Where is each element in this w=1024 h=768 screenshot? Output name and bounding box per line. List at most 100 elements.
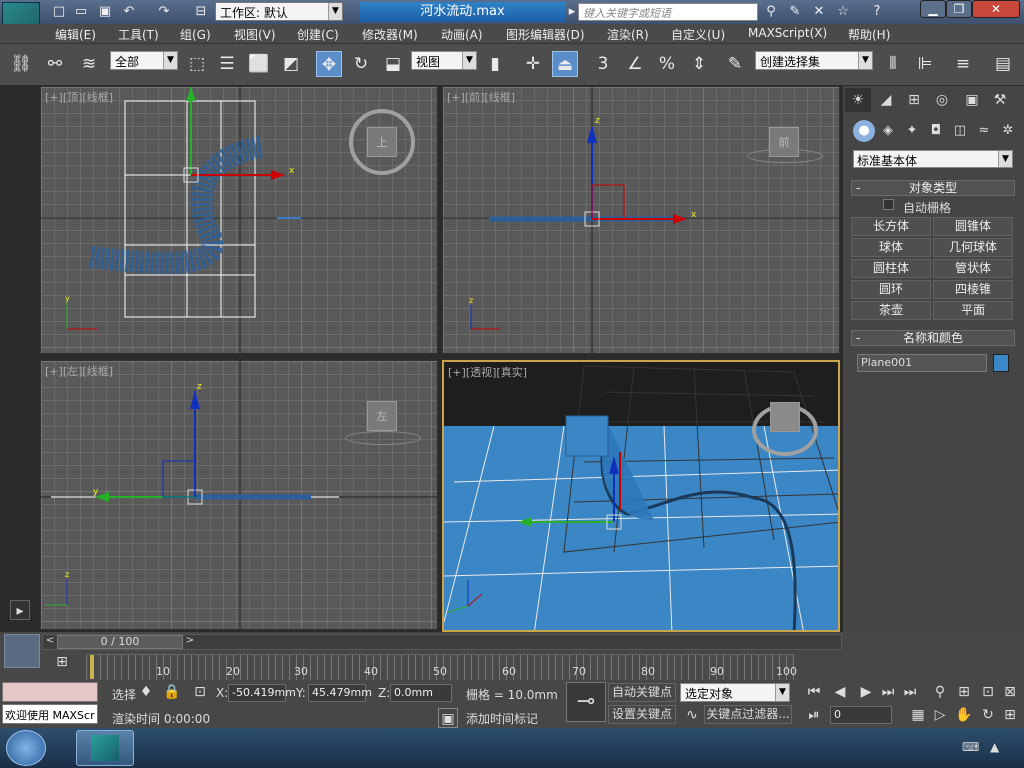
viewport-label[interactable]: [+][透视][真实] <box>448 364 527 380</box>
subscription-icon[interactable]: ✎ <box>786 3 804 21</box>
select-and-move-icon[interactable]: ✥ <box>316 51 342 77</box>
menu-views[interactable]: 视图(V) <box>234 26 276 43</box>
cameras-icon[interactable]: ◘ <box>925 120 947 142</box>
helpers-icon[interactable]: ◫ <box>949 120 971 142</box>
viewport-label[interactable]: [+][顶][线框] <box>45 89 113 105</box>
tray-arrow-icon[interactable]: ▲ <box>990 740 1008 756</box>
key-mode-toggle-icon[interactable]: ⏯ <box>804 705 824 725</box>
communication-icon[interactable]: ✕ <box>810 3 828 21</box>
selection-lock-icon[interactable]: 🔒 <box>162 682 182 702</box>
maximize-button[interactable]: ❐ <box>946 0 972 18</box>
autogrid-checkbox[interactable] <box>883 199 894 210</box>
play-icon[interactable]: ▶ <box>856 682 876 702</box>
previous-frame-icon[interactable]: ◀ <box>830 682 850 702</box>
time-configuration-icon[interactable]: ▦ <box>908 705 928 725</box>
start-button[interactable] <box>6 730 46 766</box>
prev-frame-icon[interactable]: < <box>43 635 57 649</box>
next-frame-icon[interactable]: > <box>183 635 197 649</box>
viewport-front[interactable]: [+][前][线框] z x z 前 <box>442 86 840 354</box>
maxscript-mini-listener[interactable]: 欢迎使用 MAXScr <box>2 704 98 724</box>
key-tangent-icon[interactable]: ∿ <box>682 705 702 725</box>
set-key-button[interactable]: 设置关键点 <box>608 705 676 724</box>
orbit-icon[interactable]: ↻ <box>978 705 998 725</box>
spinner-snap-icon[interactable]: ⇕ <box>686 51 712 77</box>
window-crossing-icon[interactable]: ◩ <box>278 51 304 77</box>
keyboard-icon[interactable]: ⌨ <box>962 740 980 756</box>
angle-snap-icon[interactable]: ∠ <box>622 51 648 77</box>
absolute-mode-icon[interactable]: ⊡ <box>190 682 210 702</box>
align-icon[interactable]: ⊫ <box>912 51 938 77</box>
open-file-icon[interactable]: ▭ <box>72 3 90 21</box>
play-arrow-icon[interactable]: ▸ <box>10 600 30 620</box>
menu-group[interactable]: 组(G) <box>180 26 211 43</box>
key-filters-button[interactable]: 关键点过滤器... <box>704 705 792 724</box>
space-warps-icon[interactable]: ≈ <box>973 120 995 142</box>
help-icon[interactable]: ? <box>868 3 886 21</box>
select-by-name-icon[interactable]: ☰ <box>214 51 240 77</box>
viewcube[interactable] <box>770 402 800 432</box>
project-folder-icon[interactable]: ⊟ <box>192 3 210 21</box>
zoom-icon[interactable]: ⚲ <box>930 682 950 702</box>
selection-filter-dropdown[interactable]: 全部 ▼ <box>110 51 178 70</box>
save-icon[interactable]: ▣ <box>96 3 114 21</box>
sphere-button[interactable]: 球体 <box>851 238 931 257</box>
geometry-icon[interactable]: ● <box>853 120 875 142</box>
go-to-start-icon[interactable]: ⏮ <box>804 682 824 702</box>
viewcube[interactable]: 前 <box>769 127 799 157</box>
object-color-swatch[interactable] <box>993 354 1009 372</box>
percent-snap-icon[interactable]: % <box>654 51 680 77</box>
add-time-tag-button[interactable]: 添加时间标记 <box>466 710 538 727</box>
taskbar-3dsmax-button[interactable] <box>76 730 134 766</box>
select-and-link-icon[interactable]: ⛓ <box>8 51 34 77</box>
menu-maxscript[interactable]: MAXScript(X) <box>748 26 827 40</box>
torus-button[interactable]: 圆环 <box>851 280 931 299</box>
select-object-icon[interactable]: ⬚ <box>184 51 210 77</box>
object-category-dropdown[interactable]: 标准基本体 ▼ <box>853 150 1013 168</box>
menu-help[interactable]: 帮助(H) <box>848 26 890 43</box>
viewport-label[interactable]: [+][左][线框] <box>45 363 113 379</box>
field-of-view-icon[interactable]: ▷ <box>930 705 950 725</box>
reference-coordinate-dropdown[interactable]: 视图 ▼ <box>411 51 477 70</box>
viewport-layout-icon[interactable] <box>4 634 40 668</box>
minimize-button[interactable]: ▁ <box>920 0 946 18</box>
pan-hand-icon[interactable]: ✋ <box>954 705 974 725</box>
time-tag-icon[interactable]: ▣ <box>438 708 458 728</box>
undo-icon[interactable]: ↶ <box>120 3 138 21</box>
keyboard-shortcut-override-icon[interactable]: ⏏ <box>552 51 578 77</box>
time-slider-track[interactable]: < 0 / 100 > <box>42 634 842 650</box>
name-color-rollout-header[interactable]: - 名称和颜色 <box>851 330 1015 346</box>
hierarchy-tab-icon[interactable]: ⊞ <box>901 88 927 112</box>
new-file-icon[interactable]: □ <box>50 3 68 21</box>
pivot-center-icon[interactable]: ▮ <box>482 51 508 77</box>
box-button[interactable]: 长方体 <box>851 217 931 236</box>
geosphere-button[interactable]: 几何球体 <box>933 238 1013 257</box>
auto-key-button[interactable]: 自动关键点 <box>608 683 676 702</box>
favorites-star-icon[interactable]: ☆ <box>834 3 852 21</box>
menu-graph-editors[interactable]: 图形编辑器(D) <box>506 26 585 43</box>
create-tab-icon[interactable]: ☀ <box>845 88 871 112</box>
layer-manager-icon[interactable]: ≡ <box>950 51 976 77</box>
track-bar[interactable]: 10 20 30 40 50 60 70 80 90 100 <box>86 654 797 680</box>
lights-icon[interactable]: ✦ <box>901 120 923 142</box>
select-and-rotate-icon[interactable]: ↻ <box>348 51 374 77</box>
key-mode-dropdown[interactable]: 选定对象 ▼ <box>680 683 790 702</box>
object-type-rollout-header[interactable]: - 对象类型 <box>851 180 1015 196</box>
pyramid-button[interactable]: 四棱锥 <box>933 280 1013 299</box>
menu-tools[interactable]: 工具(T) <box>118 26 159 43</box>
menu-create[interactable]: 创建(C) <box>297 26 339 43</box>
teapot-button[interactable]: 茶壶 <box>851 301 931 320</box>
go-to-end-icon[interactable]: ⏭ <box>900 682 920 702</box>
display-tab-icon[interactable]: ▣ <box>959 88 985 112</box>
tube-button[interactable]: 管状体 <box>933 259 1013 278</box>
viewport-top[interactable]: [+][顶][线框] x y 上 <box>40 86 438 354</box>
search-input[interactable]: 键入关键字或短语 <box>578 3 758 21</box>
unlink-icon[interactable]: ⚯ <box>42 51 68 77</box>
zoom-all-icon[interactable]: ⊞ <box>954 682 974 702</box>
isolate-bulb-icon[interactable]: ♦ <box>136 682 156 702</box>
mirror-icon[interactable]: ⫴ <box>880 51 906 77</box>
systems-icon[interactable]: ✲ <box>997 120 1019 142</box>
redo-icon[interactable]: ↷ <box>155 3 173 21</box>
maximize-viewport-icon[interactable]: ⊞ <box>1000 705 1020 725</box>
viewcube-ring[interactable] <box>345 431 421 445</box>
viewport-label[interactable]: [+][前][线框] <box>447 89 515 105</box>
